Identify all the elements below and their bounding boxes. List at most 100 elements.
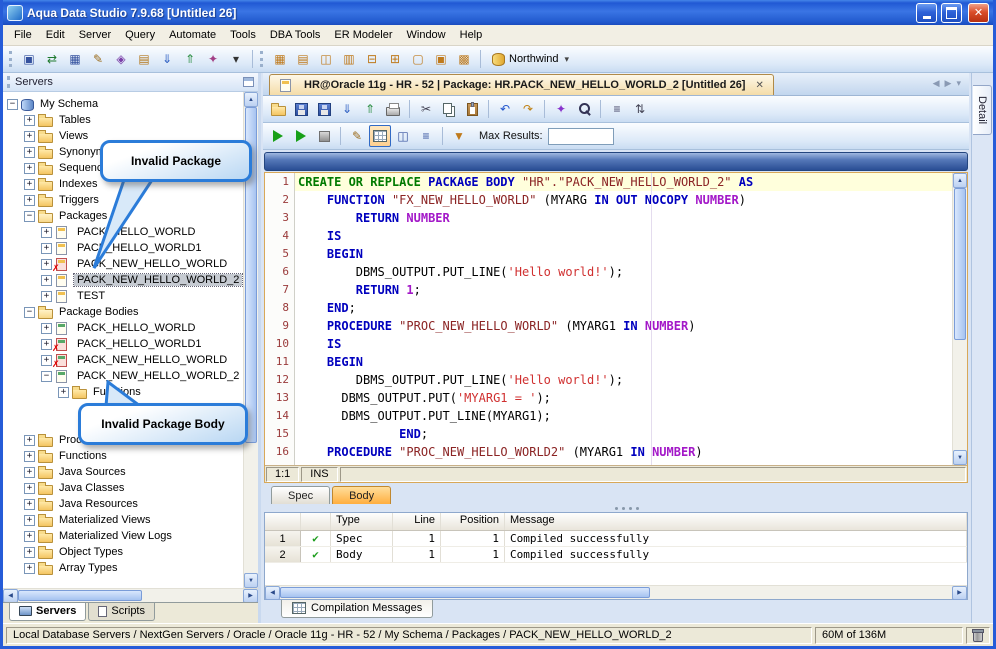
results-column-header-message[interactable]: Message [505,513,967,530]
tree-expander-icon[interactable]: + [24,147,35,158]
tools-icon[interactable]: ✦ [202,48,224,70]
save-as-icon[interactable] [313,98,335,120]
menu-window[interactable]: Window [400,26,453,44]
document-tab[interactable]: HR@Oracle 11g - HR - 52 | Package: HR.PA… [269,74,774,95]
menu-server[interactable]: Server [72,26,118,44]
export-icon[interactable]: ⇑ [179,48,201,70]
tree-expander-icon[interactable]: + [24,499,35,510]
format-sql-icon[interactable]: ✦ [550,98,572,120]
print-icon[interactable] [382,98,404,120]
scroll-track[interactable] [953,188,967,450]
tree-item-tables[interactable]: +Tables [3,112,258,128]
filter-icon[interactable]: ▼ [448,125,470,147]
editor-code-area[interactable]: CREATE OR REPLACE PACKAGE BODY "HR"."PAC… [295,173,952,465]
edit-results-icon[interactable]: ✎ [346,125,368,147]
undo-icon[interactable]: ↶ [494,98,516,120]
export-icon[interactable]: ⇑ [359,98,381,120]
tree-item-functions[interactable]: +Functions [3,448,258,464]
tree-item-materialized-views[interactable]: +Materialized Views [3,512,258,528]
query-analyzer-icon[interactable]: ✎ [87,48,109,70]
tab-compilation-messages[interactable]: Compilation Messages [281,600,433,618]
execute-icon[interactable] [267,125,289,147]
window-vertical-icon[interactable]: ▢ [407,48,429,70]
scroll-right-icon[interactable] [243,589,258,603]
tree-horizontal-scrollbar[interactable] [3,588,258,602]
maximize-button[interactable] [941,3,962,23]
pivot-results-icon[interactable]: ◫ [392,125,414,147]
results-column-header-status[interactable] [301,513,331,530]
window-detail-icon[interactable]: ▥ [338,48,360,70]
sidebar-tab-scripts[interactable]: Scripts [88,603,155,621]
sidebar-tab-servers[interactable]: Servers [9,603,86,621]
tree-item-java-sources[interactable]: +Java Sources [3,464,258,480]
collapsed-panel-bar[interactable] [264,152,968,171]
window-form-icon[interactable]: ▤ [292,48,314,70]
tab-spec[interactable]: Spec [271,486,330,504]
menu-help[interactable]: Help [453,26,490,44]
tree-expander-icon[interactable]: + [41,339,52,350]
results-horizontal-scrollbar[interactable] [265,585,967,599]
import-icon[interactable]: ⇓ [336,98,358,120]
results-column-header-position[interactable]: Position [441,513,505,530]
scroll-track[interactable] [280,586,952,599]
menu-file[interactable]: File [7,26,39,44]
panel-grip[interactable] [7,76,10,88]
grid-results-icon[interactable] [369,125,391,147]
tree-expander-icon[interactable]: + [24,195,35,206]
connect-server-icon[interactable]: ⇄ [41,48,63,70]
tree-expander-icon[interactable]: + [24,515,35,526]
import-icon[interactable]: ⇓ [156,48,178,70]
toolbar-grip[interactable] [260,51,263,67]
tree-expander-icon[interactable]: + [41,355,52,366]
table-data-editor-icon[interactable]: ▤ [133,48,155,70]
scroll-thumb[interactable] [954,188,966,340]
execute-edit-icon[interactable] [290,125,312,147]
tree-expander-icon[interactable]: − [24,211,35,222]
paste-icon[interactable] [461,98,483,120]
scroll-down-icon[interactable] [244,573,258,588]
cut-icon[interactable]: ✂ [415,98,437,120]
menu-tools[interactable]: Tools [223,26,263,44]
results-column-header-type[interactable]: Type [331,513,393,530]
close-tab-icon[interactable] [755,79,763,91]
open-icon[interactable] [267,98,289,120]
database-selector[interactable]: Northwind [486,51,575,68]
scroll-left-icon[interactable] [3,589,18,603]
tab-list-icon[interactable] [956,78,961,89]
scroll-up-icon[interactable] [244,92,258,107]
minimize-button[interactable] [916,3,937,23]
window-cascade-icon[interactable]: ▩ [453,48,475,70]
copy-icon[interactable] [438,98,460,120]
tree-item-test[interactable]: +TEST [3,288,258,304]
describe-icon[interactable]: ≡ [606,98,628,120]
menu-er-modeler[interactable]: ER Modeler [327,26,399,44]
tree-expander-icon[interactable]: − [7,99,18,110]
text-results-icon[interactable]: ≡ [415,125,437,147]
tree-item-java-resources[interactable]: +Java Resources [3,496,258,512]
menu-edit[interactable]: Edit [39,26,72,44]
tab-scroll-left-icon[interactable] [933,78,940,89]
query-builder-icon[interactable]: ◈ [110,48,132,70]
tree-item-pack-new-hello-world[interactable]: +PACK_NEW_HELLO_WORLD [3,352,258,368]
tree-expander-icon[interactable]: + [24,467,35,478]
find-icon[interactable] [573,98,595,120]
save-icon[interactable] [290,98,312,120]
menu-query[interactable]: Query [118,26,162,44]
tree-expander-icon[interactable]: + [41,291,52,302]
schema-browser-icon[interactable]: ▦ [64,48,86,70]
stop-icon[interactable] [313,125,335,147]
tree-expander-icon[interactable]: − [24,307,35,318]
tree-item-array-types[interactable]: +Array Types [3,560,258,576]
close-button[interactable] [968,3,989,23]
tree-item-pack-hello-world[interactable]: +PACK_HELLO_WORLD [3,320,258,336]
window-pivot-icon[interactable]: ◫ [315,48,337,70]
tree-expander-icon[interactable]: + [24,531,35,542]
tree-item-materialized-view-logs[interactable]: +Materialized View Logs [3,528,258,544]
garbage-collect-button[interactable] [966,627,990,644]
tree-expander-icon[interactable]: + [58,387,69,398]
sort-icon[interactable]: ⇅ [629,98,651,120]
scroll-thumb[interactable] [18,590,142,601]
window-tabbed-icon[interactable]: ▣ [430,48,452,70]
tree-expander-icon[interactable]: + [41,227,52,238]
panel-float-icon[interactable] [243,77,254,87]
